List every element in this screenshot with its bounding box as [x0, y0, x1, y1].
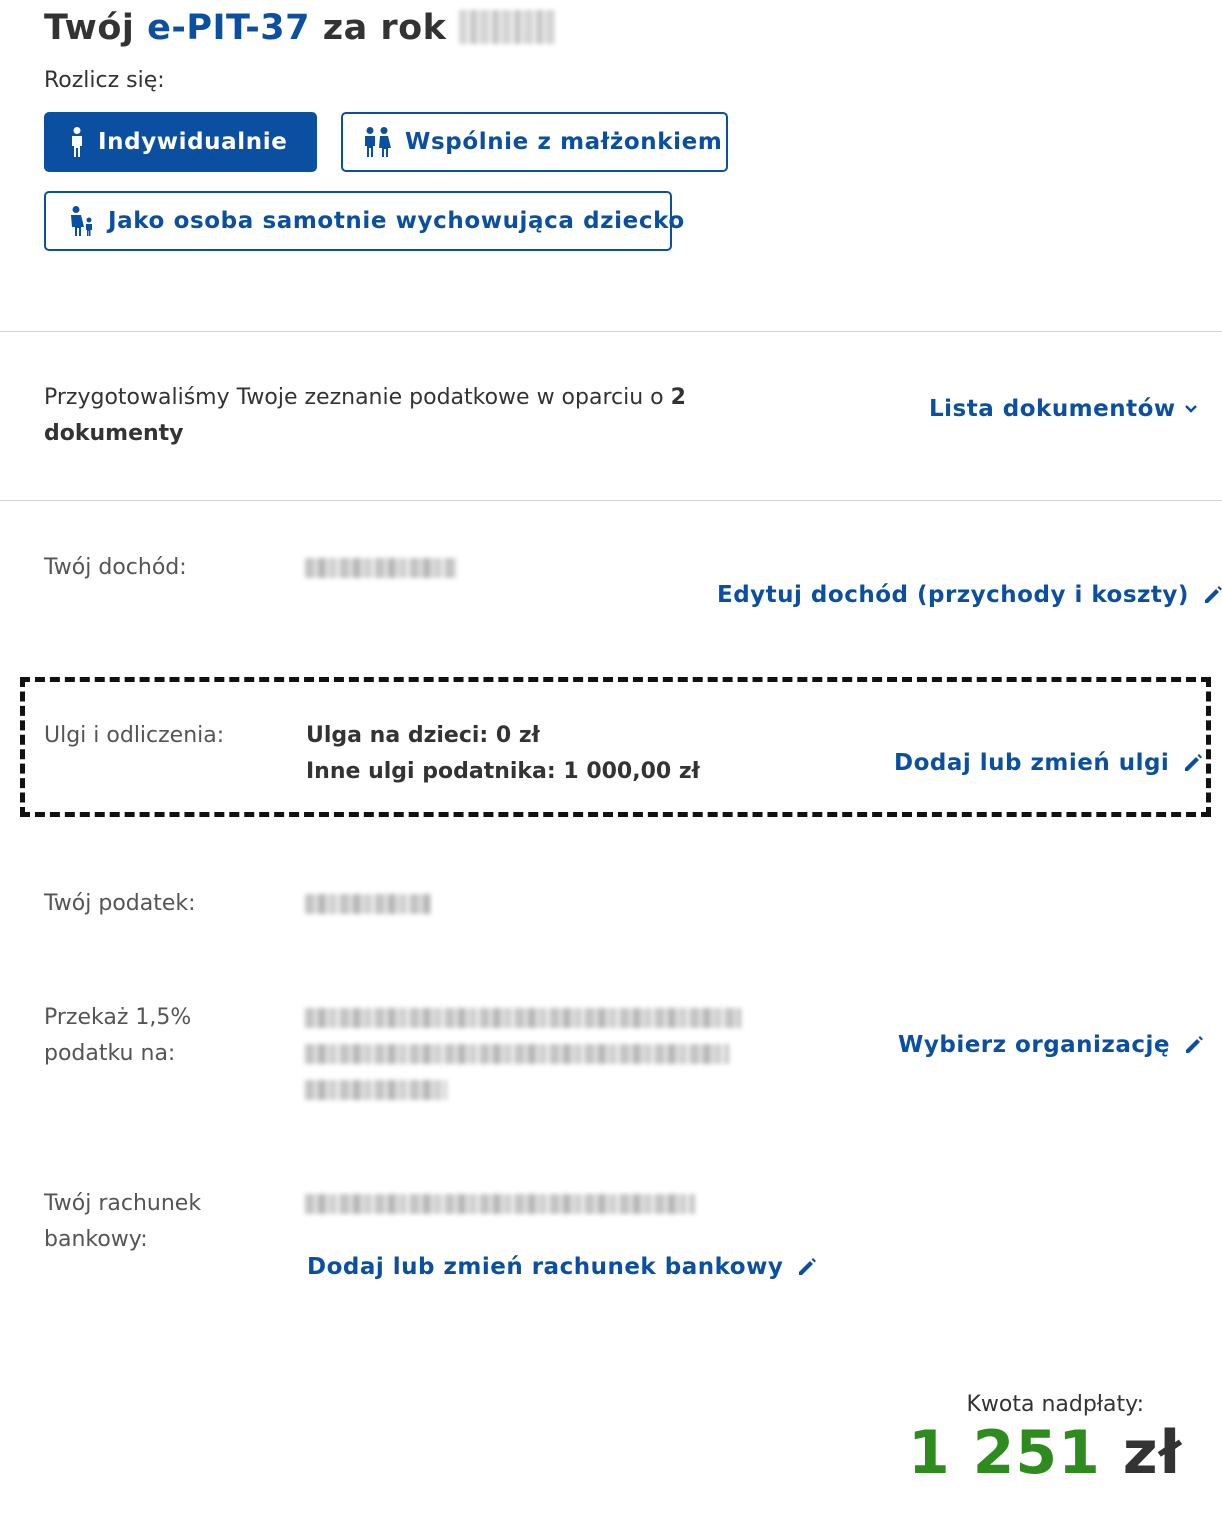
pencil-icon — [1185, 1036, 1203, 1053]
title-suffix: za rok — [310, 8, 460, 48]
refund-amount-value: 1 251 — [908, 1418, 1101, 1488]
income-label: Twój dochód: — [44, 555, 187, 580]
documents-text: Przygotowaliśmy Twoje zeznanie podatkowe… — [44, 385, 671, 410]
donation-org-blurred — [305, 1044, 729, 1064]
bank-label-line1: Twój rachunek — [44, 1191, 202, 1216]
divider — [0, 500, 1222, 501]
document-list-label: Lista dokumentów — [929, 396, 1176, 422]
refund-amount: 1 251 zł — [908, 1418, 1182, 1488]
reliefs-label: Ulgi i odliczenia: — [44, 723, 225, 748]
edit-income-link[interactable]: Edytuj dochód (przychody i koszty) — [717, 582, 1222, 608]
choose-organization-link[interactable]: Wybierz organizację — [898, 1032, 1204, 1058]
documents-summary: Przygotowaliśmy Twoje zeznanie podatkowe… — [44, 380, 744, 452]
donation-label: Przekaż 1,5% podatku na: — [44, 1000, 191, 1072]
single-parent-button[interactable]: Jako osoba samotnie wychowująca dziecko — [44, 191, 684, 251]
income-value-blurred — [305, 558, 457, 578]
divider — [0, 331, 1222, 332]
donation-label-line2: podatku na: — [44, 1041, 176, 1066]
page-title: Twój e-PIT-37 za rok — [44, 8, 556, 48]
documents-count: 2 — [670, 385, 686, 410]
spouse-button[interactable]: Wspólnie z małżonkiem — [341, 112, 728, 172]
edit-bank-account-link[interactable]: Dodaj lub zmień rachunek bankowy — [307, 1254, 817, 1280]
bank-account-blurred — [305, 1194, 695, 1214]
donation-org-blurred — [305, 1008, 741, 1028]
person-icon — [72, 127, 82, 157]
pencil-icon — [1204, 586, 1222, 603]
blurred-year — [459, 10, 556, 44]
title-form-number: 37 — [260, 8, 311, 48]
pencil-icon — [1185, 754, 1203, 771]
parent-child-icon — [71, 206, 92, 236]
refund-label: Kwota nadpłaty: — [966, 1392, 1144, 1417]
couple-icon — [365, 127, 391, 157]
title-prefix: Twój — [44, 8, 148, 48]
choose-organization-label: Wybierz organizację — [898, 1032, 1170, 1058]
pencil-icon — [799, 1258, 817, 1275]
documents-unit: dokumenty — [44, 421, 184, 446]
settlement-prompt: Rozlicz się: — [44, 68, 165, 93]
bank-label: Twój rachunek bankowy: — [44, 1186, 201, 1258]
other-reliefs: Inne ulgi podatnika: 1 000,00 zł — [306, 759, 700, 784]
document-list-link[interactable]: Lista dokumentów — [929, 396, 1198, 422]
spouse-label: Wspólnie z małżonkiem — [405, 129, 723, 155]
edit-income-label: Edytuj dochód (przychody i koszty) — [717, 582, 1189, 608]
chevron-down-icon — [1184, 405, 1197, 413]
children-relief: Ulga na dzieci: 0 zł — [306, 723, 540, 748]
bank-label-line2: bankowy: — [44, 1227, 148, 1252]
edit-reliefs-label: Dodaj lub zmień ulgi — [894, 750, 1170, 776]
tax-value-blurred — [305, 894, 431, 914]
title-e-pit: e-PIT- — [147, 8, 261, 48]
edit-bank-account-label: Dodaj lub zmień rachunek bankowy — [307, 1254, 784, 1280]
edit-reliefs-link[interactable]: Dodaj lub zmień ulgi — [894, 750, 1203, 776]
individual-label: Indywidualnie — [98, 129, 288, 155]
single-parent-label: Jako osoba samotnie wychowująca dziecko — [108, 208, 685, 234]
individual-button[interactable]: Indywidualnie — [44, 112, 317, 172]
tax-label: Twój podatek: — [44, 891, 196, 916]
donation-label-line1: Przekaż 1,5% — [44, 1005, 192, 1030]
refund-currency: zł — [1100, 1418, 1182, 1488]
donation-org-blurred — [305, 1080, 447, 1100]
